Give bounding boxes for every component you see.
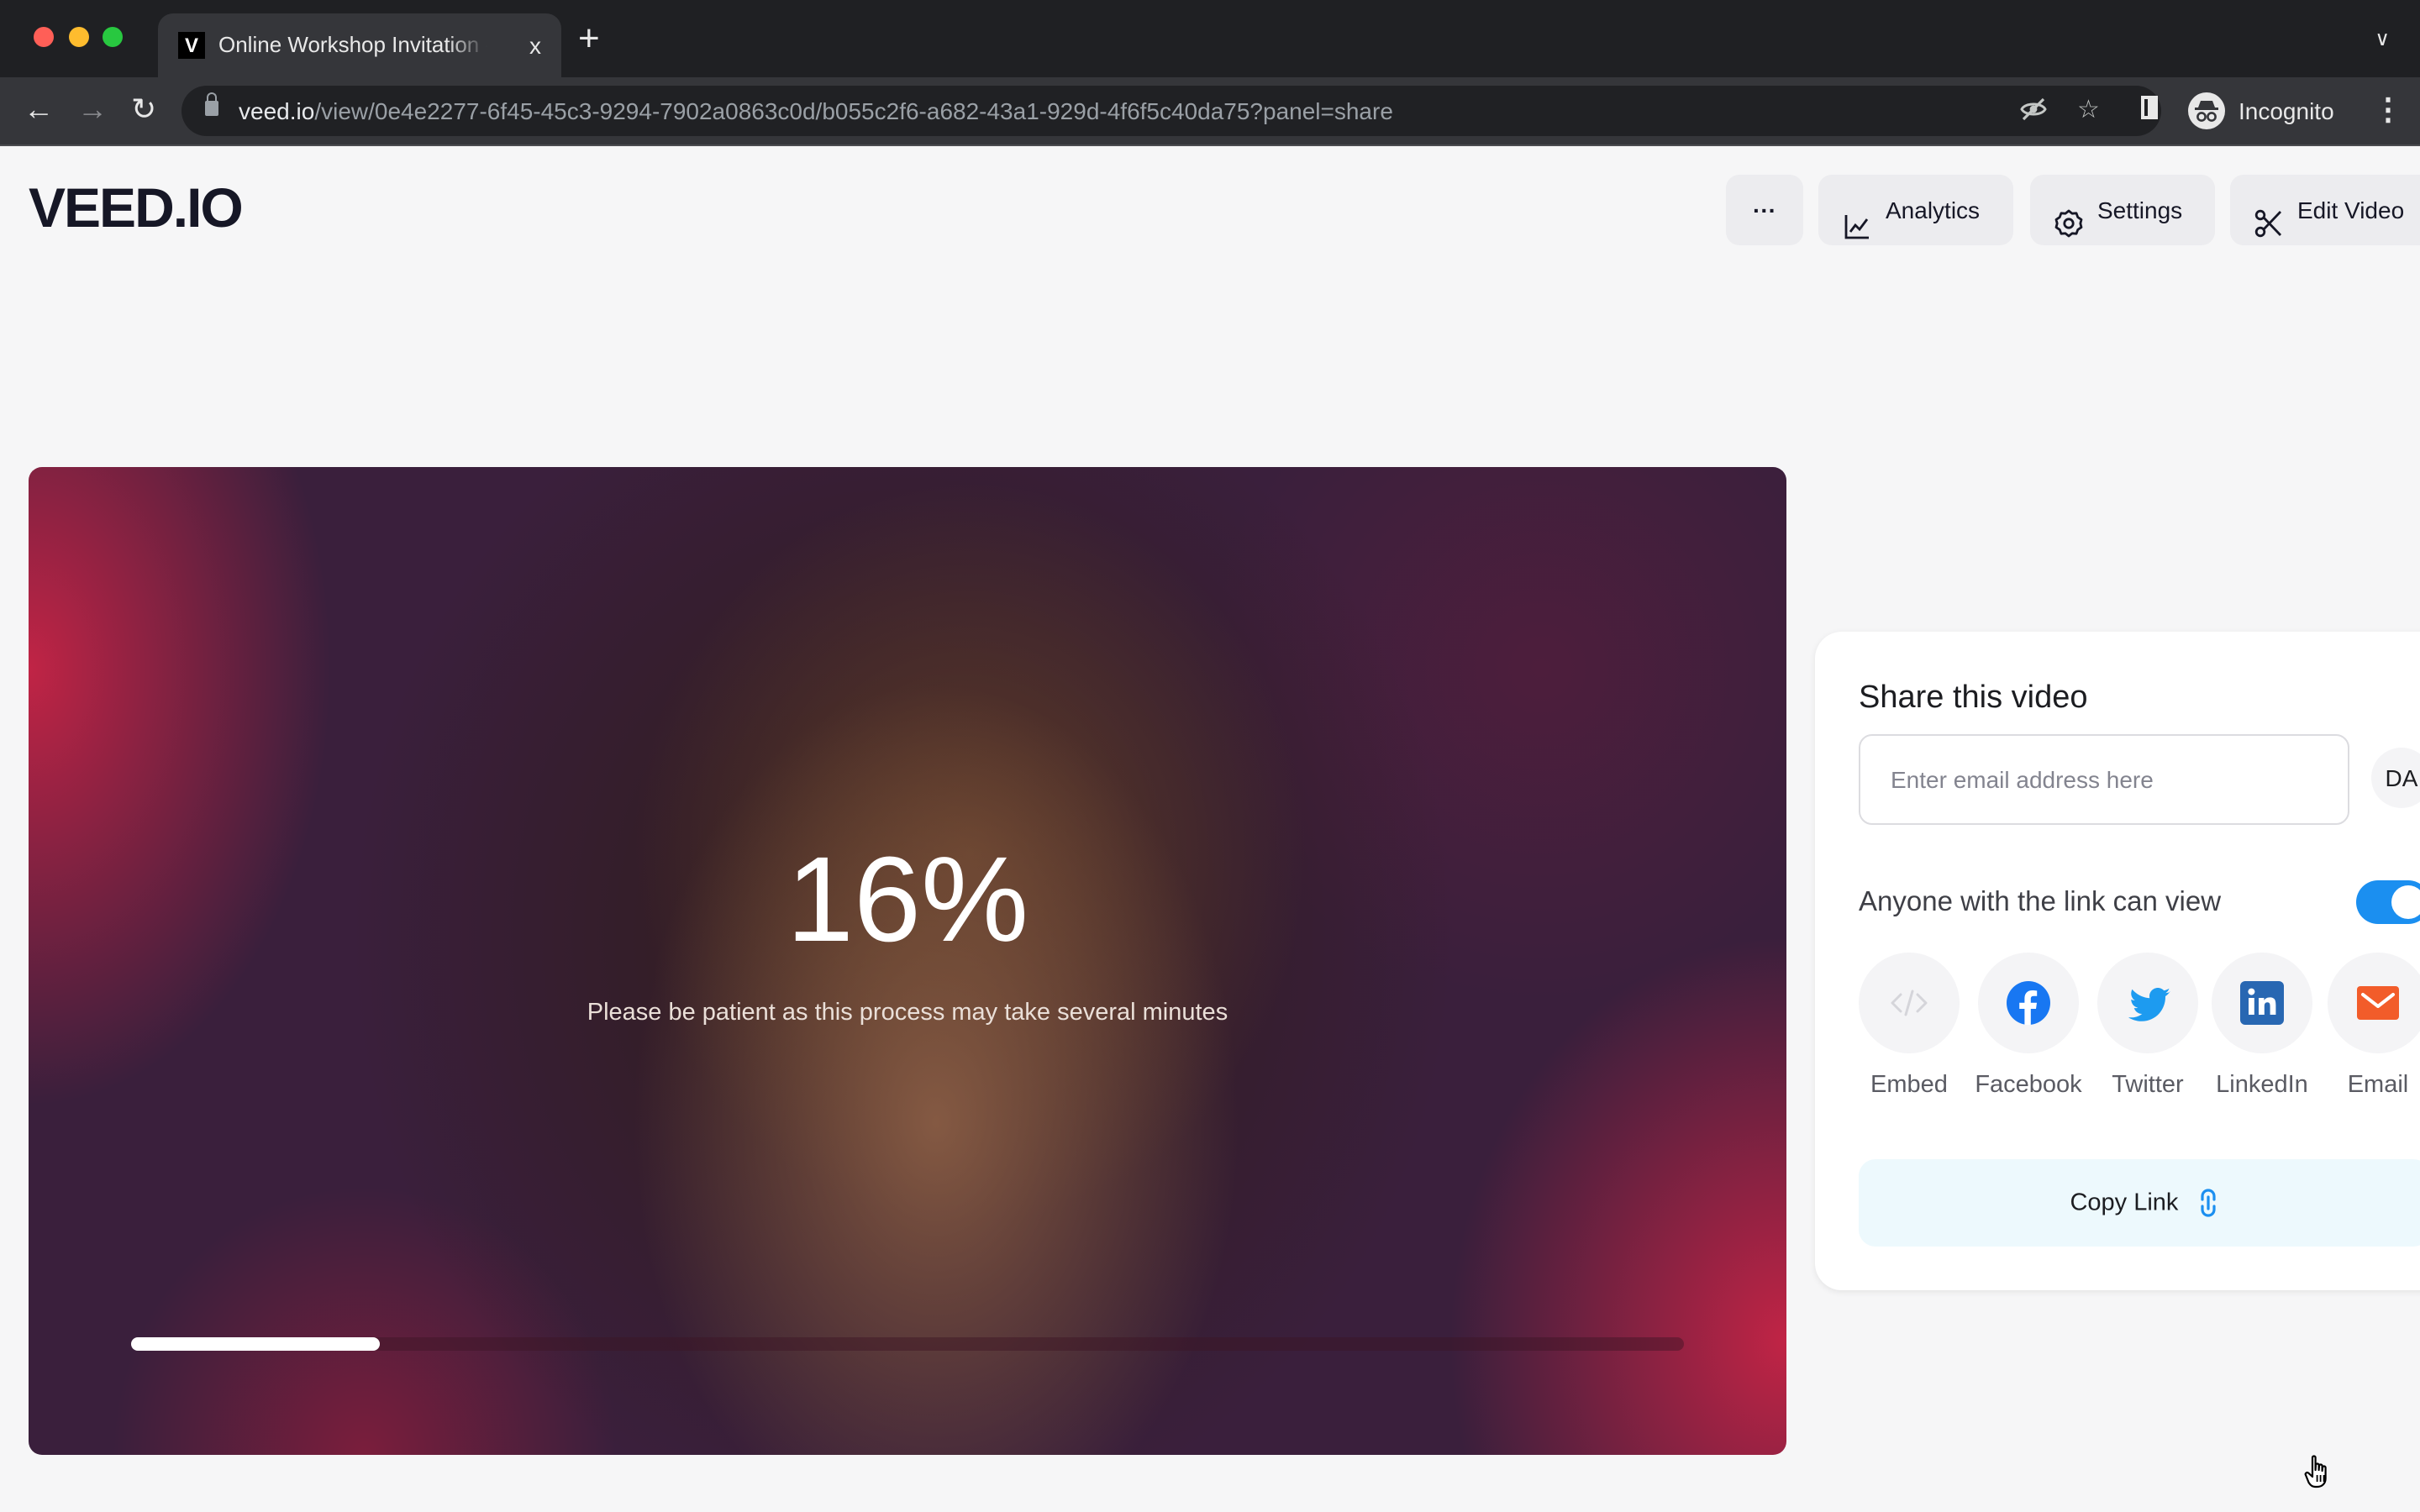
forward-arrow-icon[interactable]: → [77, 92, 108, 126]
settings-label: Settings [2097, 197, 2183, 223]
edit-video-button[interactable]: Edit Video [2230, 175, 2420, 245]
twitter-icon [2097, 953, 2198, 1053]
eye-off-icon[interactable] [2020, 96, 2047, 131]
more-dots-icon: ··· [1753, 197, 1776, 223]
analytics-button[interactable]: Analytics [1818, 175, 2013, 245]
url-path: /view/0e4e2277-6f45-45c3-9294-7902a0863c… [314, 97, 1393, 124]
hand-cursor-icon [2304, 1455, 2327, 1488]
video-processing-preview: 16% Please be patient as this process ma… [29, 467, 1786, 1455]
browser-tab[interactable]: V Online Workshop Invitation - VEED x [158, 13, 561, 77]
copy-link-button[interactable]: Copy Link [1859, 1159, 2420, 1247]
share-panel: Share this video DA Anyone with the link… [1815, 632, 2420, 1290]
embed-label: Embed [1870, 1072, 1948, 1099]
email-input[interactable] [1859, 734, 2349, 825]
reload-icon[interactable]: ↻ [131, 92, 156, 126]
window-minimize-button[interactable] [69, 27, 89, 47]
link-chain-icon [2201, 1189, 2217, 1217]
linkedin-icon [2212, 953, 2312, 1053]
link-access-toggle[interactable] [2356, 880, 2420, 924]
url-host: veed.io [239, 97, 315, 124]
veed-logo[interactable]: VEED.IO [29, 177, 244, 239]
scissors-icon [2254, 195, 2284, 238]
screen: V Online Workshop Invitation - VEED x + … [0, 0, 2420, 1512]
window-close-button[interactable] [34, 27, 54, 47]
processing-progress-fill [131, 1337, 380, 1351]
processing-percent: 16% [786, 833, 1029, 968]
new-tab-button[interactable]: + [578, 19, 600, 57]
side-panel-icon[interactable] [2141, 96, 2158, 119]
toggle-knob [2391, 885, 2420, 919]
facebook-label: Facebook [1975, 1072, 2082, 1099]
tab-favicon: V [178, 32, 205, 59]
url-text[interactable]: veed.io/view/0e4e2277-6f45-45c3-9294-790… [239, 96, 1393, 126]
window-zoom-button[interactable] [103, 27, 123, 47]
processing-progress-bar [131, 1337, 1684, 1351]
gear-icon [2054, 195, 2084, 238]
settings-button[interactable]: Settings [2030, 175, 2215, 245]
edit-video-label: Edit Video [2297, 197, 2405, 223]
email-label: Email [2347, 1072, 2409, 1099]
back-arrow-icon[interactable]: ← [24, 92, 54, 126]
kebab-menu-icon[interactable]: ⋮ [2373, 92, 2403, 126]
embed-code-icon [1859, 953, 1960, 1053]
share-panel-title: Share this video [1859, 680, 2088, 716]
linkedin-label: LinkedIn [2216, 1072, 2308, 1099]
tab-close-icon[interactable]: x [529, 30, 541, 60]
incognito-icon [2188, 92, 2225, 129]
copy-link-label: Copy Link [2070, 1189, 2179, 1217]
more-options-button[interactable]: ··· [1726, 175, 1803, 245]
browser-toolbar: ← → ↻ veed.io/view/0e4e2277-6f45-45c3-92… [0, 77, 2420, 146]
star-icon[interactable]: ☆ [2077, 96, 2100, 126]
tab-list-chevron-icon[interactable]: ∨ [2375, 27, 2390, 50]
incognito-profile-button[interactable]: Incognito [2181, 86, 2349, 136]
lock-icon[interactable] [205, 92, 218, 116]
analytics-label: Analytics [1886, 197, 1981, 223]
incognito-label: Incognito [2238, 97, 2334, 124]
processing-message: Please be patient as this process may ta… [587, 1000, 1228, 1026]
email-icon [2328, 953, 2420, 1053]
link-access-label: Anyone with the link can view [1859, 887, 2222, 917]
analytics-chart-icon [1844, 197, 1870, 239]
facebook-icon [1978, 953, 2079, 1053]
browser-tab-strip: V Online Workshop Invitation - VEED x + … [0, 0, 2420, 77]
tab-title: Online Workshop Invitation - VEED [218, 32, 487, 57]
collaborator-avatar: DA [2371, 748, 2420, 808]
address-bar[interactable]: veed.io/view/0e4e2277-6f45-45c3-9294-790… [182, 86, 2161, 136]
